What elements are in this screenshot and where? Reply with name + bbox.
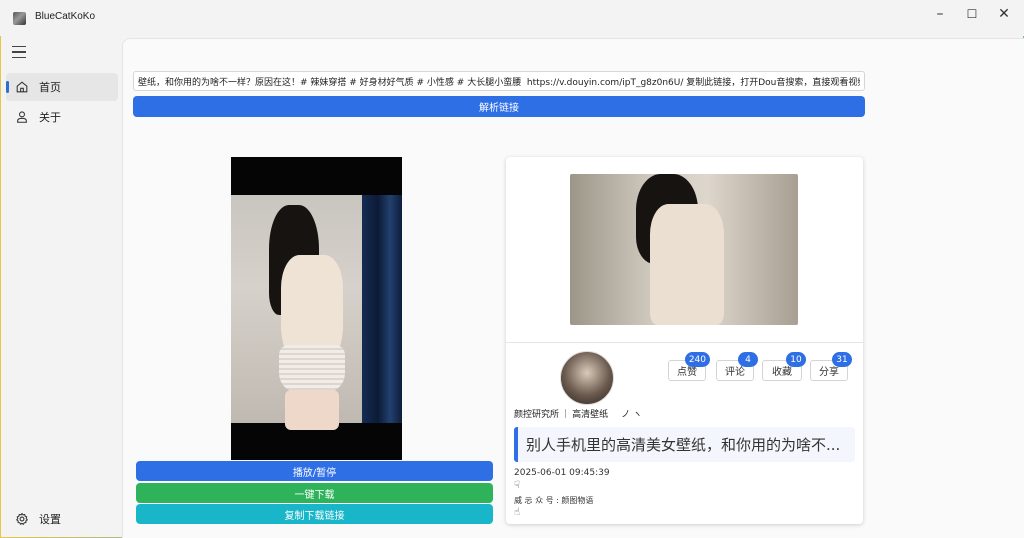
- like-count-badge: 240: [684, 352, 710, 367]
- author-marks: ノ ヽ: [621, 410, 642, 420]
- like-stat-button[interactable]: 点赞 240: [668, 352, 710, 381]
- sidebar-item-home[interactable]: 首页: [6, 73, 118, 101]
- gear-icon: [16, 512, 28, 525]
- author-name: 颜控研究所: [514, 410, 560, 420]
- share-stat-button[interactable]: 分享 31: [810, 352, 852, 381]
- menu-toggle-icon[interactable]: [12, 46, 26, 58]
- parse-link-button[interactable]: 解析链接: [133, 96, 865, 117]
- app-title: BlueCatKoKo: [35, 11, 96, 22]
- publish-time: 2025-06-01 09:45:39: [514, 468, 610, 478]
- video-frame: [231, 195, 402, 430]
- title-bar: BlueCatKoKo – ☐ ✕: [0, 0, 1024, 36]
- play-pause-button[interactable]: 播放/暂停: [136, 461, 493, 481]
- favorite-count-badge: 10: [786, 352, 806, 367]
- wechat-account-text: 威 忈 众 号 : 颜图物语: [514, 496, 594, 505]
- video-tag: 高清壁纸: [572, 410, 609, 420]
- sidebar-item-label: 设置: [39, 513, 61, 526]
- copy-download-link-button[interactable]: 复制下载链接: [136, 504, 493, 524]
- author-avatar[interactable]: [560, 351, 614, 405]
- video-info-card: 点赞 240 评论 4 收藏 10 分享 31 颜控研究所 | 高清壁纸 ノ ヽ…: [506, 157, 863, 524]
- hand-down-icon: ☟: [514, 480, 521, 491]
- share-count-badge: 31: [832, 352, 852, 367]
- sidebar-item-label: 首页: [39, 81, 61, 94]
- cover-image: [570, 174, 798, 325]
- favorite-stat-button[interactable]: 收藏 10: [762, 352, 806, 381]
- sidebar-item-about[interactable]: 关于: [6, 103, 118, 131]
- video-player[interactable]: [231, 157, 402, 460]
- video-player-panel: 播放/暂停 一键下载 复制下载链接: [133, 157, 495, 529]
- person-icon: [17, 111, 27, 123]
- maximize-button[interactable]: ☐: [956, 0, 988, 28]
- home-icon: [16, 81, 28, 93]
- share-link-input[interactable]: [133, 71, 865, 91]
- sidebar: 首页 关于 设置: [0, 36, 122, 538]
- app-icon: [13, 12, 26, 25]
- sidebar-item-label: 关于: [39, 111, 61, 124]
- hand-up-icon: ☝: [514, 507, 521, 518]
- divider: [506, 342, 863, 343]
- close-button[interactable]: ✕: [988, 0, 1020, 28]
- author-line: 颜控研究所 | 高清壁纸 ノ ヽ: [514, 407, 642, 421]
- comment-stat-button[interactable]: 评论 4: [716, 352, 758, 381]
- author-separator: |: [564, 408, 568, 419]
- main-content: 解析链接 播放/暂停 一键下载 复制下载链接 点赞 240 评论: [122, 38, 1024, 538]
- comment-count-badge: 4: [738, 352, 758, 367]
- download-button[interactable]: 一键下载: [136, 483, 493, 503]
- sidebar-item-settings[interactable]: 设置: [6, 505, 118, 533]
- minimize-button[interactable]: –: [924, 0, 956, 28]
- video-description: 别人手机里的高清美女壁纸，和你用的为啥不...: [514, 427, 855, 462]
